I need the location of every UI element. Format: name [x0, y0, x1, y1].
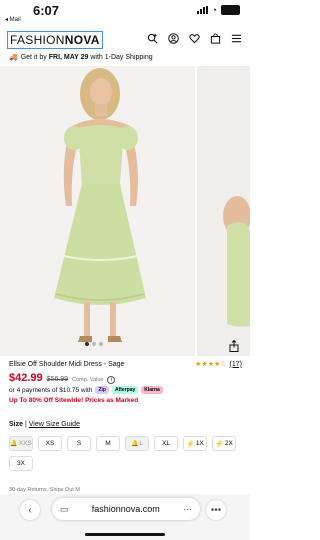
status-icons: ◔ — [196, 4, 240, 15]
product-rating[interactable]: ★★★★☆ (17) — [195, 360, 242, 369]
bag-icon[interactable] — [210, 33, 221, 44]
size-label: L — [139, 440, 144, 447]
installments: or 4 payments of $10.75 with Zip Afterpa… — [9, 386, 163, 394]
status-time: 6:07 — [33, 3, 60, 18]
wifi-icon: ◔ — [211, 4, 217, 15]
rating-stars: ★★★★☆ — [195, 361, 227, 368]
product-image[interactable] — [0, 66, 195, 356]
shipping-suffix: with 1-Day Shipping — [88, 53, 153, 61]
returns-text: 30-day Returns. Ships Out M — [9, 487, 80, 493]
zip-pay-badge[interactable]: Zip — [95, 386, 109, 394]
battery-icon — [221, 5, 240, 15]
share-icon[interactable] — [228, 339, 240, 352]
promo-banner: Up To 80% Off Sitewide! Prices as Marked — [9, 397, 139, 404]
next-photo-illustration — [197, 66, 250, 356]
size-option-2x[interactable]: ⚡ 2X — [212, 436, 236, 451]
image-dot[interactable] — [92, 342, 96, 346]
size-option-s[interactable]: S — [67, 436, 91, 451]
size-options: 🔔 XXS XS S M 🔔 L XL ⚡ 1X ⚡ 2X 3X — [9, 436, 245, 471]
size-option-3x[interactable]: 3X — [9, 456, 33, 471]
page-menu-icon[interactable]: ⋯ — [183, 504, 192, 515]
browser-more-button[interactable]: ••• — [206, 500, 226, 520]
size-label: 3X — [17, 460, 25, 467]
image-dot-active[interactable] — [85, 342, 89, 346]
size-section-header: Size | View Size Guide — [9, 421, 80, 428]
size-option-xs[interactable]: XS — [38, 436, 62, 451]
rating-count[interactable]: (17) — [230, 361, 242, 368]
status-bar: 6:07 ◔ — [0, 0, 250, 18]
klarna-badge[interactable]: Klarna — [141, 386, 163, 394]
wishlist-icon[interactable] — [189, 33, 200, 44]
bolt-icon: ⚡ — [215, 440, 224, 448]
size-label: 1X — [195, 440, 204, 447]
size-option-l[interactable]: 🔔 L — [125, 436, 149, 451]
tabs-icon[interactable]: ▭ — [60, 504, 69, 515]
bell-icon: 🔔 — [130, 441, 139, 447]
size-label: XXS — [18, 440, 32, 447]
size-option-xxs[interactable]: 🔔 XXS — [9, 436, 33, 451]
site-header: FASHIONNOVA — [0, 24, 250, 52]
account-icon[interactable] — [168, 33, 179, 44]
shipping-prefix: Get it by — [20, 53, 49, 61]
size-guide-link[interactable]: View Size Guide — [29, 421, 80, 428]
price-row: $42.99 $56.99 Comp. Value i — [9, 372, 116, 384]
browser-back-button[interactable]: ‹ — [20, 500, 40, 520]
bell-icon: 🔔 — [10, 441, 18, 447]
shipping-date: FRI, MAY 29 — [48, 53, 89, 61]
bolt-icon: ⚡ — [186, 440, 195, 448]
product-name: Ellsie Off Shoulder Midi Dress - Sage — [9, 361, 125, 368]
size-title: Size — [9, 421, 24, 428]
header-icons — [147, 33, 242, 44]
shipping-banner: 🚚 Get it by FRI, MAY 29 with 1-Day Shipp… — [9, 53, 153, 62]
next-product-image[interactable] — [197, 66, 250, 356]
size-option-m[interactable]: M — [96, 436, 120, 451]
back-to-mail-link[interactable]: ◂ Mail — [5, 16, 21, 23]
size-label: XS — [45, 440, 55, 447]
info-icon[interactable]: i — [107, 376, 116, 384]
size-option-1x[interactable]: ⚡ 1X — [183, 436, 207, 451]
size-label: 2X — [224, 440, 233, 447]
address-bar[interactable]: ▭ fashionnova.com ⋯ — [52, 498, 200, 520]
size-label: M — [105, 440, 111, 447]
logo-light-text: FASHION — [10, 33, 65, 47]
product-photo-illustration — [0, 66, 195, 356]
menu-icon[interactable] — [231, 33, 242, 44]
logo-bold-text: NOVA — [64, 33, 100, 47]
comp-value-label: Comp. Value — [72, 377, 104, 383]
original-price: $56.99 — [46, 376, 69, 383]
size-option-xl[interactable]: XL — [154, 436, 178, 451]
size-label: S — [76, 440, 82, 447]
image-pagination — [85, 342, 103, 346]
sale-price: $42.99 — [9, 372, 43, 384]
size-label: XL — [162, 440, 170, 447]
signal-icon — [196, 6, 208, 14]
image-dot[interactable] — [99, 342, 103, 346]
afterpay-badge[interactable]: Afterpay — [111, 386, 139, 394]
home-indicator — [85, 533, 165, 536]
plus-search-icon[interactable] — [147, 33, 158, 44]
installments-text: or 4 payments of $10.75 with — [9, 386, 93, 394]
brand-logo[interactable]: FASHIONNOVA — [7, 31, 103, 49]
url-text: fashionnova.com — [91, 504, 160, 514]
truck-icon: 🚚 — [9, 54, 18, 61]
